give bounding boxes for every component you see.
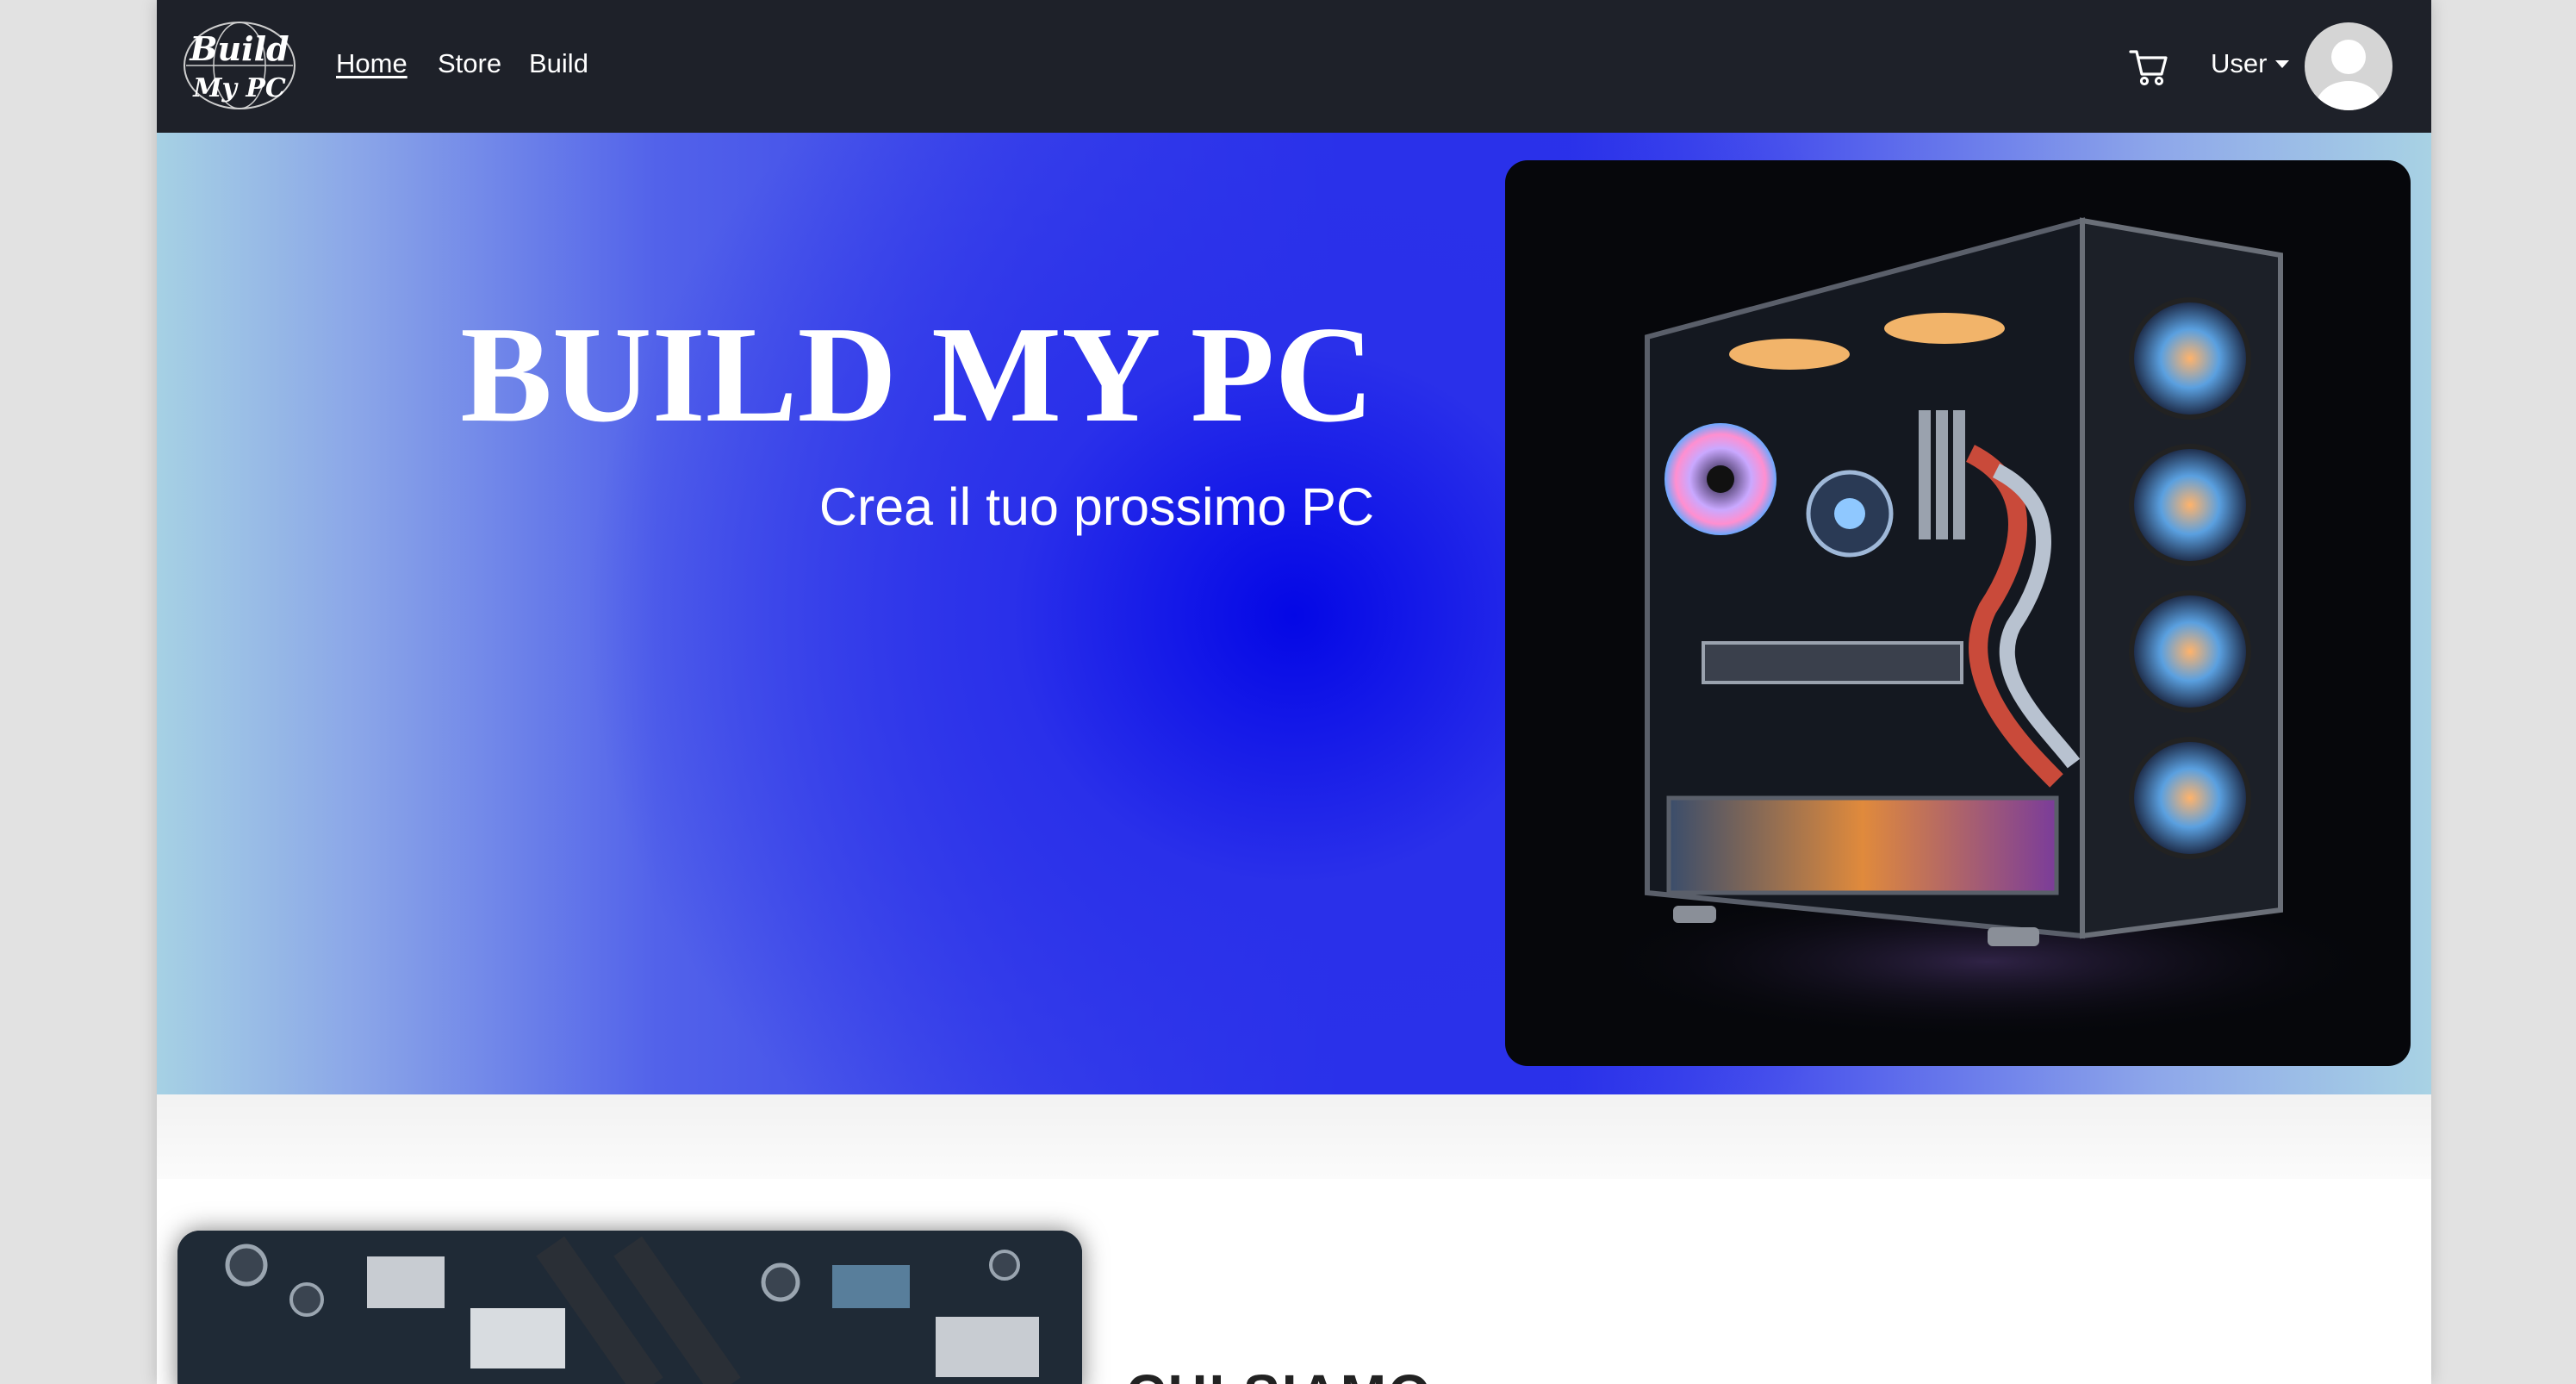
caret-down-icon xyxy=(2275,59,2290,68)
about-heading: CHI SIAMO xyxy=(1126,1360,1433,1384)
section-divider xyxy=(157,1094,2431,1179)
nav-store-link[interactable]: Store xyxy=(438,47,501,81)
user-avatar-icon[interactable] xyxy=(2305,22,2392,110)
nav-home-link[interactable]: Home xyxy=(336,47,408,81)
motherboard-image xyxy=(177,1231,1082,1384)
user-menu-toggle[interactable]: User xyxy=(2211,47,2290,81)
navbar: Build My PC Home Store Build User xyxy=(157,0,2431,133)
hero-title: BUILD MY PC xyxy=(460,297,1374,451)
svg-text:My PC: My PC xyxy=(192,73,286,103)
page: Build My PC Home Store Build User BUILD … xyxy=(157,0,2431,1384)
hero-banner: BUILD MY PC Crea il tuo prossimo PC xyxy=(157,133,2431,1094)
user-menu-label: User xyxy=(2211,48,2268,78)
svg-text:Build: Build xyxy=(189,29,289,68)
hero-subtitle: Crea il tuo prossimo PC xyxy=(818,477,1374,536)
nav-build-link[interactable]: Build xyxy=(529,47,588,81)
gaming-pc-image xyxy=(1505,160,2411,1066)
cart-icon[interactable] xyxy=(2127,45,2170,88)
brand-logo[interactable]: Build My PC xyxy=(176,14,303,115)
